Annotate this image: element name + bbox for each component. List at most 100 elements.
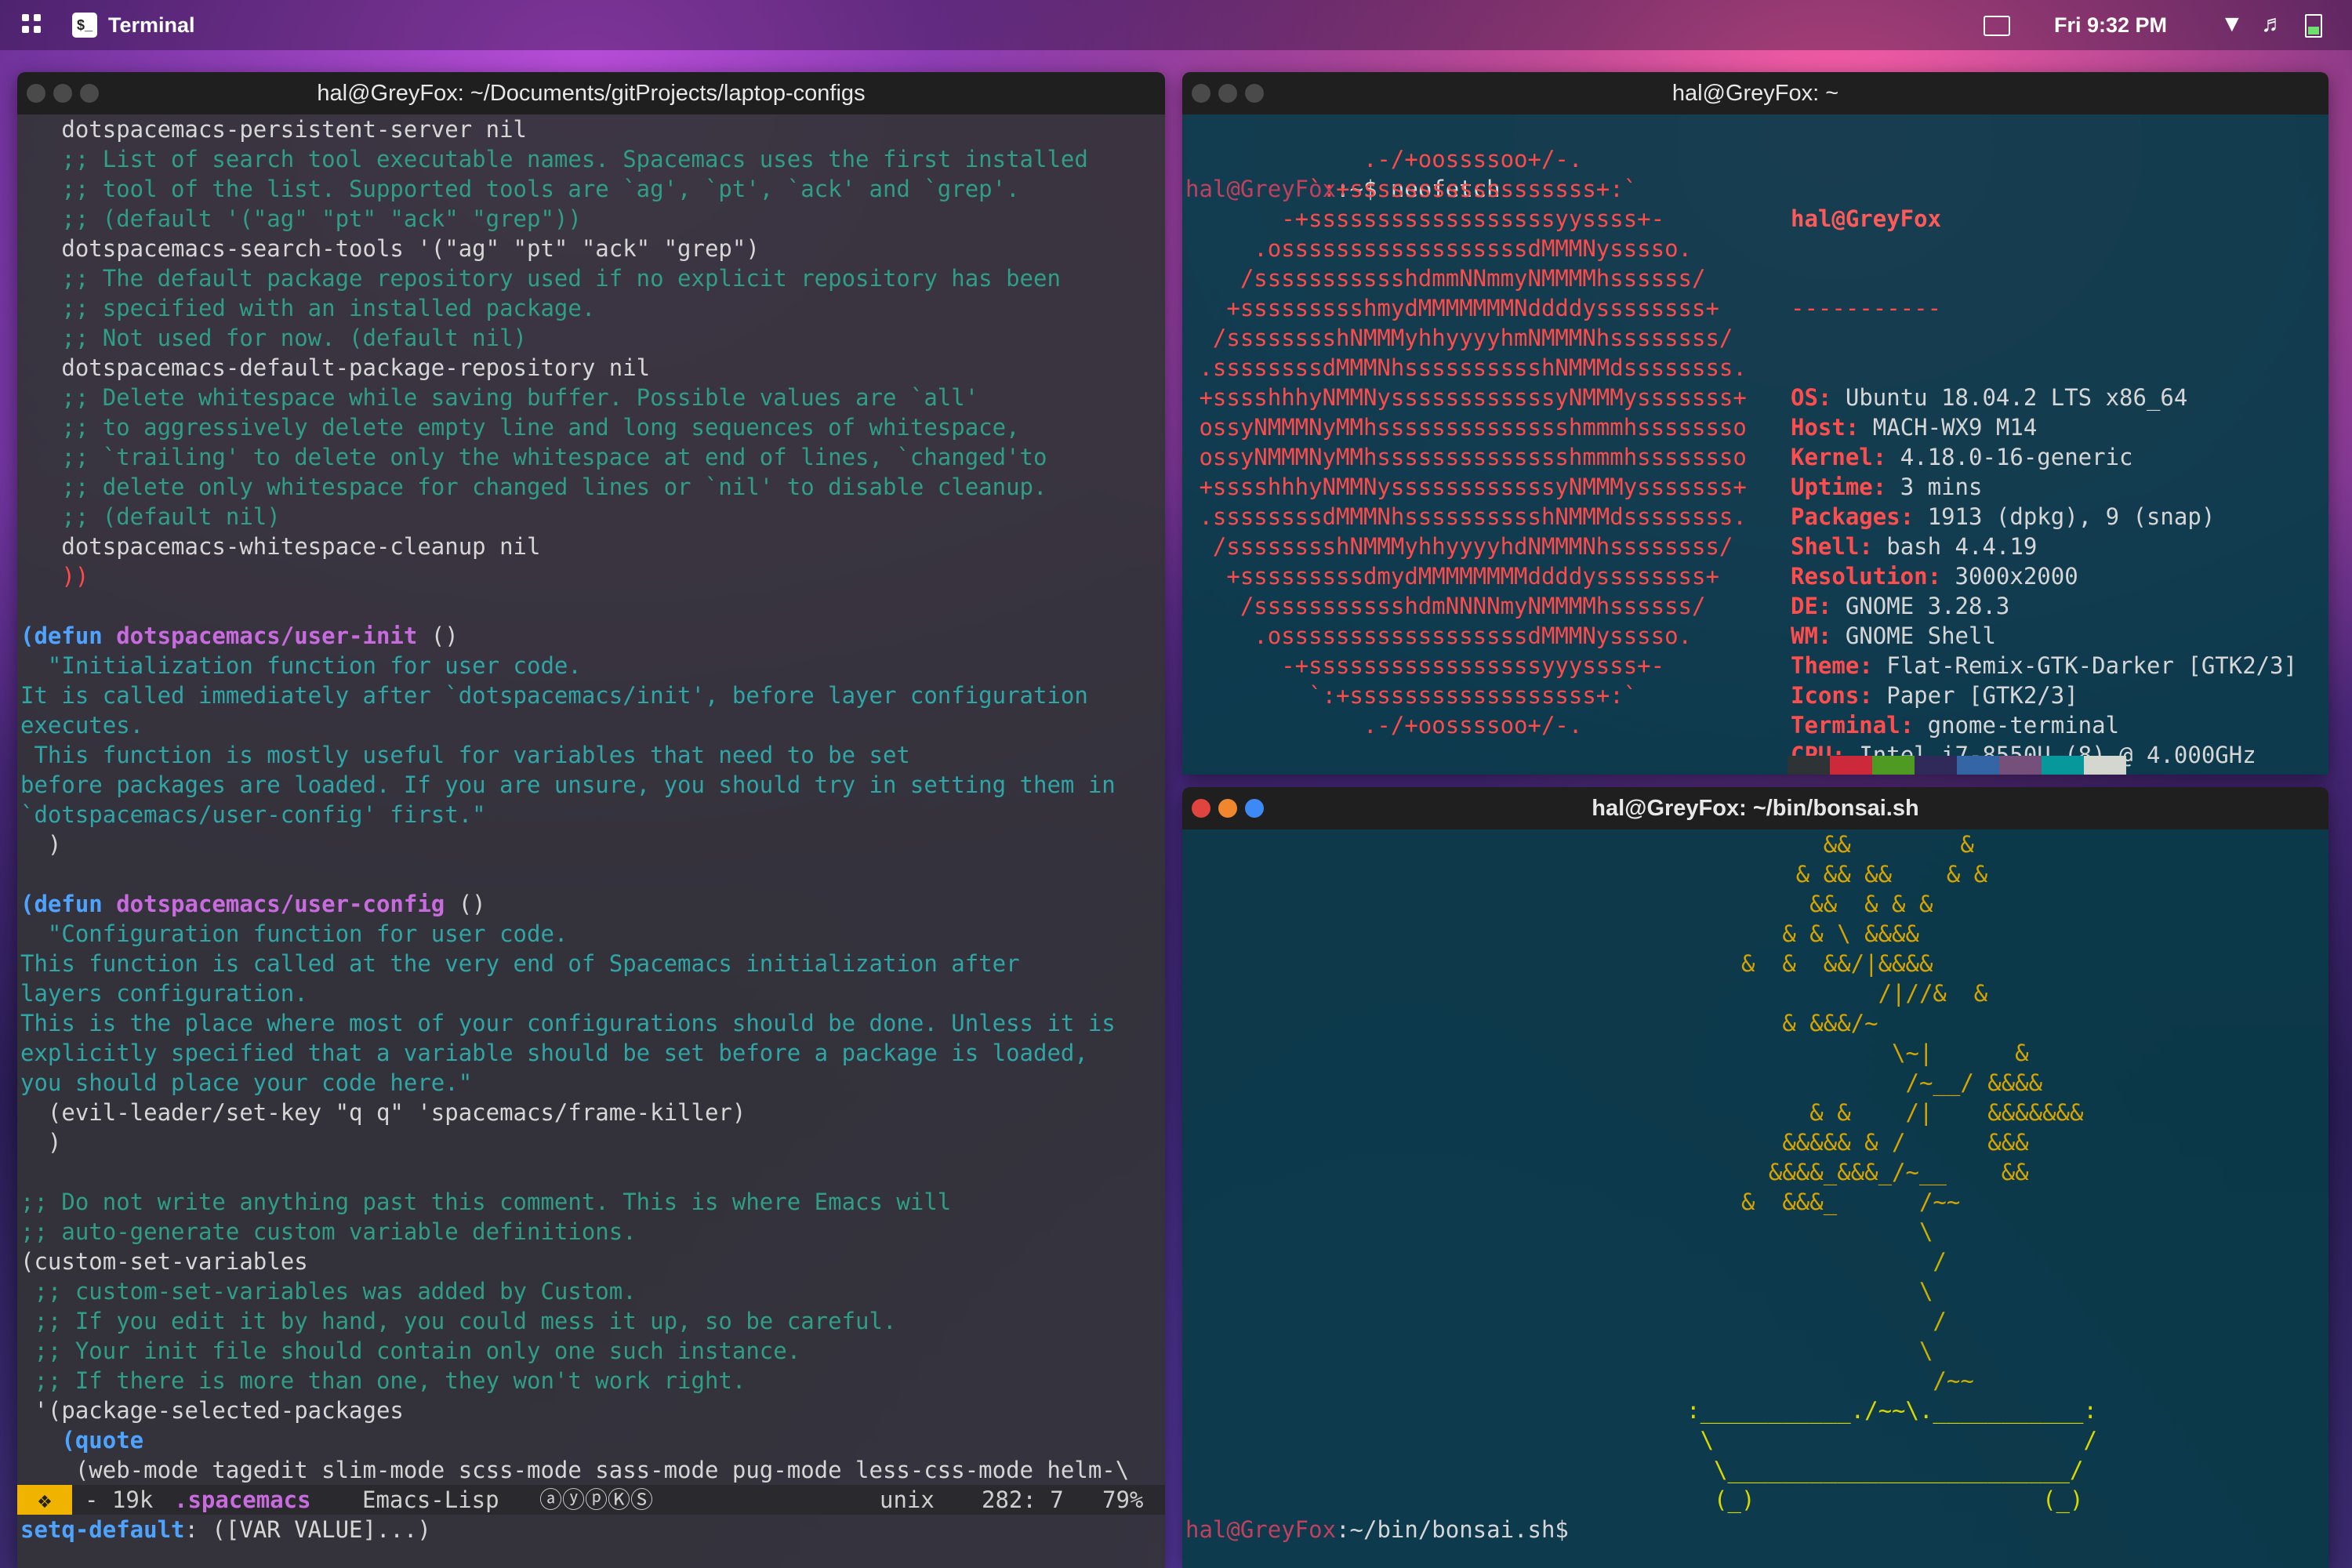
logo-line: +ssssssssshmydMMMMMMMNddddyssssssss+: [1185, 295, 1719, 321]
info-colon: :: [1817, 384, 1832, 411]
echo-function: setq-default: [20, 1516, 185, 1543]
info-value-space: [1873, 682, 1886, 709]
logo-line: .-/+oossssoo+/-.: [1185, 146, 1583, 172]
logo-line: .ssssssssdMMMNhsssssssssshNMMMdssssssss.: [1185, 354, 1747, 381]
defun-keyword: (defun: [20, 622, 117, 649]
echo-args: : ([VAR VALUE]...): [184, 1516, 431, 1543]
defun-args: (): [417, 622, 459, 649]
info-label: OS: [1791, 384, 1818, 411]
info-value: 1913 (dpkg), 9 (snap): [1927, 503, 2216, 530]
bonsai-terminal-window[interactable]: hal@GreyFox: ~/bin/bonsai.sh && & & && &…: [1182, 787, 2328, 1568]
code-line: (web-mode tagedit slim-mode scss-mode sa…: [20, 1457, 1130, 1483]
neofetch-terminal-body[interactable]: hal@GreyFox:~$ neofetch .-/+oossssoo+/-.…: [1182, 114, 2328, 775]
info-colon: :: [1859, 682, 1873, 709]
tree-line: & & &&/|&&&&: [1563, 950, 1933, 977]
emacs-buffer[interactable]: dotspacemacs-persistent-server nil ;; Li…: [17, 114, 1165, 1568]
logo-line: ossyNMMMNyMMhsssssssssssssshmmmhssssssso: [1185, 444, 1747, 470]
info-colon: :: [1900, 712, 1915, 739]
neofetch-window-titlebar[interactable]: hal@GreyFox: ~: [1182, 72, 2328, 114]
minimize-button[interactable]: [1218, 84, 1237, 103]
code-line: layers configuration.: [20, 980, 308, 1007]
neofetch-terminal-window[interactable]: hal@GreyFox: ~ hal@GreyFox:~$ neofetch .…: [1182, 72, 2328, 775]
info-value: GNOME Shell: [1845, 622, 1996, 649]
code-line: ): [20, 831, 62, 858]
bonsai-prompt-line: hal@GreyFox:~/bin/bonsai.sh$: [1185, 1515, 1569, 1544]
color-swatch: [1872, 756, 1915, 775]
emacs-window-titlebar[interactable]: hal@GreyFox: ~/Documents/gitProjects/lap…: [17, 72, 1165, 114]
info-colon: :: [1900, 503, 1915, 530]
emacs-echo-area: setq-default: ([VAR VALUE]...): [20, 1515, 431, 1544]
maximize-button[interactable]: [80, 84, 99, 103]
code-line: ;; to aggressively delete empty line and…: [20, 414, 1020, 441]
tree-line: \: [1563, 1278, 1933, 1305]
maximize-button[interactable]: [1245, 799, 1264, 818]
emacs-modeline: ❖ - 19k .spacemacs Emacs-Lisp ⓐⓨⓟⓀⓈ unix 282: …: [17, 1485, 1165, 1515]
maximize-button[interactable]: [1245, 84, 1264, 103]
tree-line: /~~: [1563, 1367, 1974, 1394]
color-swatch: [1957, 756, 1999, 775]
code-line: ;; delete only whitespace for changed li…: [20, 474, 1047, 500]
bonsai-window-titlebar[interactable]: hal@GreyFox: ~/bin/bonsai.sh: [1182, 787, 2328, 829]
keyboard-layout-icon[interactable]: [1984, 16, 2010, 36]
info-label: Uptime: [1791, 474, 1873, 500]
info-value-space: [1914, 712, 1927, 739]
code-line: "Configuration function for user code.: [20, 920, 568, 947]
minimize-button[interactable]: [1218, 799, 1237, 818]
bonsai-terminal-body[interactable]: && & & && && & & && & & & & & \ &&&& & &…: [1182, 829, 2328, 1568]
close-button[interactable]: [27, 84, 45, 103]
color-swatch: [1999, 756, 2042, 775]
info-value-space: [1886, 474, 1900, 500]
logo-line: /sssssssshNMMMyhhyyyyhdNMMMNhssssssss/: [1185, 533, 1733, 560]
info-label: Terminal: [1791, 712, 1900, 739]
tree-line: \~| &: [1563, 1040, 2029, 1066]
code-line: ;; auto-generate custom variable definit…: [20, 1218, 637, 1245]
code-line: ;; If there is more than one, they won't…: [20, 1367, 746, 1394]
emacs-window-title: hal@GreyFox: ~/Documents/gitProjects/lap…: [317, 81, 866, 106]
modeline-buffer-name: .spacemacs: [174, 1486, 311, 1513]
close-button[interactable]: [1192, 84, 1210, 103]
modeline-major-mode: Emacs-Lisp: [362, 1486, 499, 1513]
tree-line: \: [1563, 1218, 1933, 1245]
terminal-app-icon[interactable]: $_: [72, 13, 97, 38]
info-value: Ubuntu 18.04.2 LTS x86_64: [1845, 384, 2188, 411]
emacs-terminal-window[interactable]: hal@GreyFox: ~/Documents/gitProjects/lap…: [17, 72, 1165, 1568]
code-line: ;; `trailing' to delete only the whitesp…: [20, 444, 1047, 470]
info-label: Packages: [1791, 503, 1900, 530]
info-label: Resolution: [1791, 563, 1928, 590]
close-button[interactable]: [1192, 799, 1210, 818]
modeline-position: 282: 7: [982, 1486, 1064, 1513]
code-line: ;; specified with an installed package.: [20, 295, 596, 321]
code-line: dotspacemacs-whitespace-cleanup nil: [20, 533, 541, 560]
code-line: (defun dotspacemacs/user-init (): [20, 621, 1165, 651]
logo-line: .ssssssssdMMMNhsssssssssshNMMMdssssssss.: [1185, 503, 1747, 530]
wifi-icon[interactable]: ▼: [2220, 11, 2244, 38]
info-value: MACH-WX9 M14: [1872, 414, 2038, 441]
logo-line: `:+ssssssssssssssssss+:`: [1185, 176, 1638, 202]
code-line: executes.: [20, 712, 144, 739]
tree-line: &&&&& & / &&&: [1563, 1129, 2029, 1156]
battery-icon[interactable]: [2305, 14, 2322, 38]
minimize-button[interactable]: [53, 84, 72, 103]
clock[interactable]: Fri 9:32 PM: [2054, 13, 2167, 38]
prompt-user: hal@GreyFox: [1185, 1516, 1337, 1543]
info-colon: :: [1845, 414, 1860, 441]
info-colon: :: [1859, 652, 1873, 679]
code-line: `dotspacemacs/user-config' first.": [20, 801, 486, 828]
volume-icon[interactable]: ♬: [2261, 11, 2285, 38]
code-line: dotspacemacs-persistent-server nil: [20, 116, 528, 143]
code-line: ;; Delete whitespace while saving buffer…: [20, 384, 979, 411]
info-value: 3 mins: [1900, 474, 1983, 500]
logo-line: /ssssssssssshdmmNNmmyNMMMMhssssss/: [1185, 265, 1706, 292]
app-grid-icon[interactable]: [22, 14, 44, 36]
neofetch-window-title: hal@GreyFox: ~: [1671, 81, 1839, 106]
info-row: OS: Ubuntu 18.04.2 LTS x86_64: [1791, 383, 2297, 412]
info-value: Paper [GTK2/3]: [1886, 682, 2078, 709]
code-line: ;; List of search tool executable names.…: [20, 146, 1088, 172]
info-row: Packages: 1913 (dpkg), 9 (snap): [1791, 502, 2297, 532]
code-line: ): [20, 1129, 62, 1156]
tree-line: & &&&/~: [1563, 1010, 1878, 1036]
active-app-name[interactable]: Terminal: [108, 13, 195, 38]
info-row: Kernel: 4.18.0-16-generic: [1791, 442, 2297, 472]
info-separator: -----------: [1791, 295, 1942, 321]
